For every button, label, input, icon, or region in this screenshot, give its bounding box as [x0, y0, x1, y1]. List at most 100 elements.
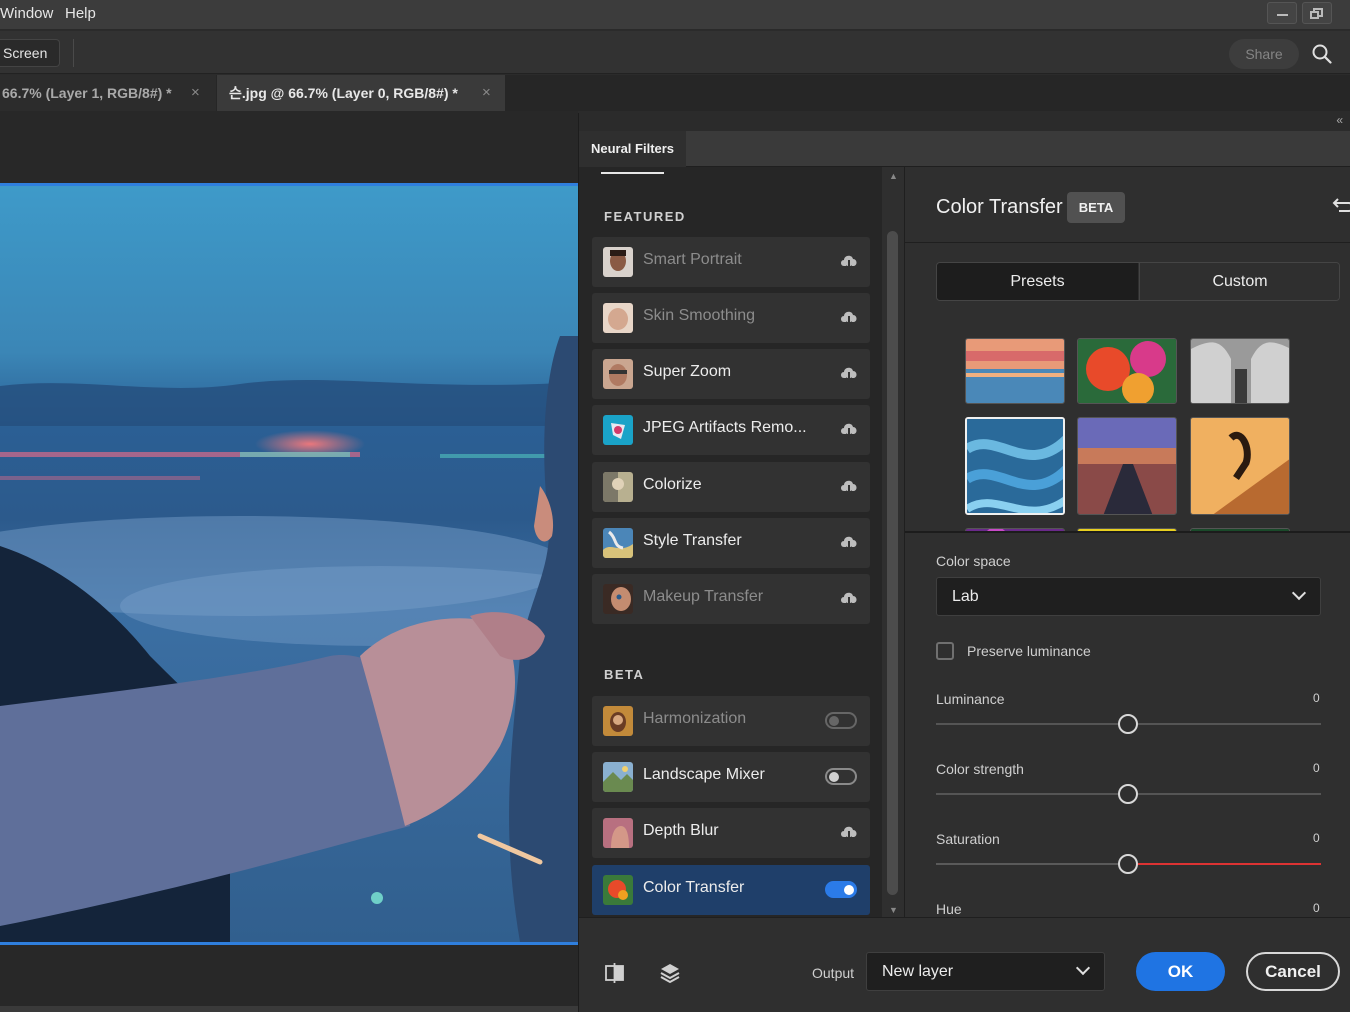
filter-label: JPEG Artifacts Remo...: [643, 419, 807, 436]
beta-badge: BETA: [1067, 192, 1125, 223]
filter-list-scrollbar[interactable]: ▲ ▼: [882, 167, 904, 917]
harmonization-thumb: [603, 706, 633, 736]
chevron-down-icon: [1075, 960, 1091, 976]
tab-neural-filters[interactable]: Neural Filters: [579, 131, 686, 167]
compare-icon[interactable]: [604, 962, 626, 984]
doc-tab-layer0[interactable]: 슨.jpg @ 66.7% (Layer 0, RGB/8#) * ×: [217, 75, 505, 111]
filter-label: Harmonization: [643, 710, 747, 727]
hue-label: Hue: [936, 901, 962, 917]
cloud-download-icon[interactable]: [839, 364, 859, 382]
filter-item-color-transfer[interactable]: Color Transfer: [592, 865, 870, 915]
minimize-icon: [1277, 14, 1288, 16]
preset-bw-arches[interactable]: [1190, 338, 1290, 404]
landscape-mixer-thumb: [603, 762, 633, 792]
doc-tab-label: 66.7% (Layer 1, RGB/8#) *: [2, 85, 172, 101]
settings-title: Color Transfer: [936, 196, 1063, 218]
filter-item-smart-portrait[interactable]: Smart Portrait: [592, 237, 870, 287]
landscape-mixer-toggle[interactable]: [825, 768, 857, 785]
filter-label: Makeup Transfer: [643, 588, 764, 605]
output-label: Output: [812, 965, 855, 981]
depth-blur-thumb: [603, 818, 633, 848]
filter-item-colorize[interactable]: Colorize: [592, 462, 870, 512]
style-transfer-thumb: [603, 528, 633, 558]
preset-sunset-lake[interactable]: [965, 338, 1065, 404]
color-space-value: Lab: [952, 588, 979, 605]
restore-button[interactable]: [1302, 2, 1332, 24]
filter-item-landscape-mixer[interactable]: Landscape Mixer: [592, 752, 870, 802]
preserve-luminance-label: Preserve luminance: [967, 643, 1091, 659]
chevron-down-icon: [1291, 585, 1307, 601]
smart-portrait-thumb: [603, 247, 633, 277]
cloud-download-icon[interactable]: [839, 252, 859, 270]
doc-tab-layer1[interactable]: 66.7% (Layer 1, RGB/8#) * ×: [0, 75, 216, 111]
color-space-select[interactable]: Lab: [936, 577, 1321, 616]
filter-item-makeup-transfer[interactable]: Makeup Transfer: [592, 574, 870, 624]
cancel-button[interactable]: Cancel: [1246, 952, 1340, 991]
minimize-button[interactable]: [1267, 2, 1297, 24]
featured-heading: FEATURED: [604, 209, 686, 224]
filter-label: Skin Smoothing: [643, 307, 756, 324]
saturation-label: Saturation: [936, 831, 1000, 847]
document-tabs: 66.7% (Layer 1, RGB/8#) * × 슨.jpg @ 66.7…: [0, 75, 1350, 111]
scroll-down-arrow[interactable]: ▼: [889, 905, 898, 915]
color-transfer-toggle[interactable]: [825, 881, 857, 898]
filter-item-harmonization[interactable]: Harmonization: [592, 696, 870, 746]
collapse-icon[interactable]: «: [1336, 113, 1343, 127]
filter-label: Super Zoom: [643, 363, 732, 380]
output-value: New layer: [882, 963, 954, 980]
options-bar: Screen Share: [0, 31, 1350, 93]
layers-icon[interactable]: [659, 962, 681, 984]
canvas-workspace[interactable]: [0, 111, 578, 1012]
tab-custom[interactable]: Custom: [1139, 263, 1339, 300]
filter-label: Color Transfer: [643, 879, 745, 896]
ok-button[interactable]: OK: [1136, 952, 1225, 991]
harmonization-toggle[interactable]: [825, 712, 857, 729]
super-zoom-thumb: [603, 359, 633, 389]
menu-bar: Window Help: [0, 0, 1350, 30]
output-select[interactable]: New layer: [866, 952, 1105, 991]
filter-item-jpeg-artifacts[interactable]: JPEG Artifacts Remo...: [592, 405, 870, 455]
scroll-thumb[interactable]: [887, 231, 898, 895]
filter-label: Depth Blur: [643, 822, 719, 839]
cloud-download-icon[interactable]: [839, 589, 859, 607]
menu-help[interactable]: Help: [65, 5, 96, 22]
document-image[interactable]: [0, 183, 578, 945]
dialog-footer: Output New layer OK Cancel: [579, 917, 1350, 1012]
menu-window[interactable]: Window: [0, 5, 53, 22]
filter-item-depth-blur[interactable]: Depth Blur: [592, 808, 870, 858]
screen-mode-button[interactable]: Screen: [0, 39, 60, 67]
preset-blue-feathers[interactable]: [965, 417, 1065, 515]
close-icon[interactable]: ×: [191, 75, 200, 111]
filter-label: Colorize: [643, 476, 702, 493]
filter-item-super-zoom[interactable]: Super Zoom: [592, 349, 870, 399]
saturation-value: 0: [1313, 831, 1320, 845]
cloud-download-icon[interactable]: [839, 308, 859, 326]
color-strength-slider-handle[interactable]: [1118, 784, 1138, 804]
divider: [905, 531, 1350, 533]
panel-top-strip: «: [579, 113, 1350, 131]
scroll-up-arrow[interactable]: ▲: [889, 171, 898, 181]
close-icon[interactable]: ×: [482, 75, 491, 111]
search-icon[interactable]: [1312, 44, 1332, 64]
filter-item-skin-smoothing[interactable]: Skin Smoothing: [592, 293, 870, 343]
reset-icon[interactable]: [1331, 195, 1350, 217]
luminance-value: 0: [1313, 691, 1320, 705]
saturation-slider-handle[interactable]: [1118, 854, 1138, 874]
share-button[interactable]: Share: [1229, 39, 1299, 69]
filter-item-style-transfer[interactable]: Style Transfer: [592, 518, 870, 568]
cloud-download-icon[interactable]: [839, 477, 859, 495]
preset-grid: [905, 317, 1350, 531]
cloud-download-icon[interactable]: [839, 533, 859, 551]
status-strip: [0, 1006, 578, 1012]
cloud-download-icon[interactable]: [839, 823, 859, 841]
color-transfer-thumb: [603, 875, 633, 905]
preserve-luminance-checkbox[interactable]: [936, 642, 954, 660]
preset-orange-skater[interactable]: [1190, 417, 1290, 515]
preset-desert-road[interactable]: [1077, 417, 1177, 515]
luminance-slider-handle[interactable]: [1118, 714, 1138, 734]
tab-presets[interactable]: Presets: [937, 263, 1138, 300]
filter-list: FEATURED Smart Portrait Skin Smoothing S…: [579, 167, 882, 917]
filter-settings: Color Transfer BETA Presets Custom Color…: [904, 167, 1350, 917]
cloud-download-icon[interactable]: [839, 420, 859, 438]
preset-colorful-abstract[interactable]: [1077, 338, 1177, 404]
